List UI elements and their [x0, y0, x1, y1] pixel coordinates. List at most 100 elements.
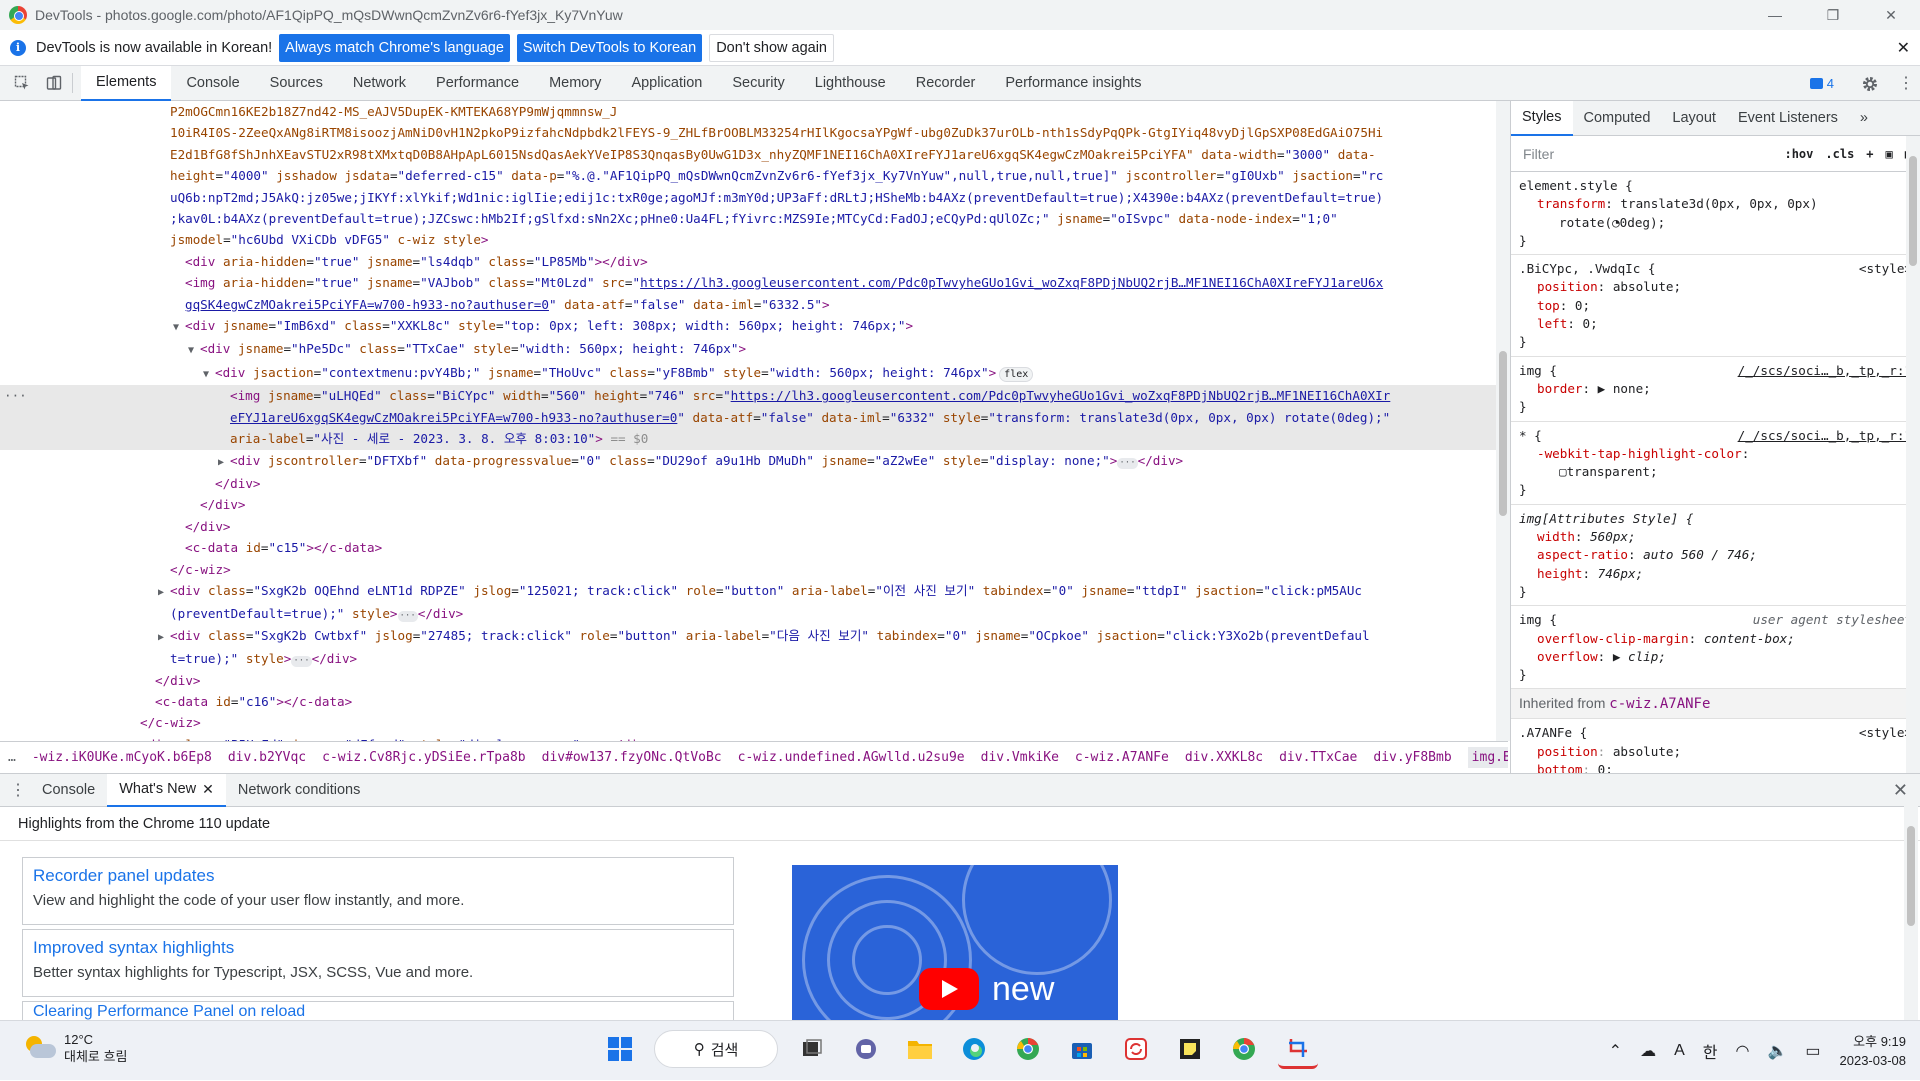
css-rule[interactable]: img {/_/scs/soci…_b,_tp,_r:1 border: ▶ no…: [1511, 357, 1920, 422]
css-declaration[interactable]: position: absolute;: [1519, 743, 1912, 761]
breadcrumb-item[interactable]: img.BiCYpc: [1467, 747, 1508, 768]
promo-video-thumbnail[interactable]: new: [792, 865, 1118, 1020]
taskbar-search[interactable]: ⚲ 검색: [654, 1030, 778, 1068]
expand-arrow-icon[interactable]: ▶: [158, 627, 170, 648]
css-declaration[interactable]: ▢transparent;: [1519, 463, 1912, 481]
css-declaration[interactable]: height: 746px;: [1519, 565, 1912, 583]
weather-widget[interactable]: 12°C 대체로 흐림: [22, 1031, 127, 1065]
breadcrumb-item[interactable]: div.VmkiKe: [981, 750, 1059, 765]
rule-source-link[interactable]: user agent stylesheet: [1753, 611, 1912, 629]
css-rule[interactable]: .BiCYpc, .VwdqIc {<style> position: absol…: [1511, 255, 1920, 357]
dom-node-line[interactable]: uQ6b:npT2md;J5AkQ:jz05we;jIKYf:xlYkif;Wd…: [0, 187, 1508, 208]
css-declaration[interactable]: aspect-ratio: auto 560 / 746;: [1519, 546, 1912, 564]
tab-console[interactable]: Console: [30, 774, 107, 807]
dom-node-line[interactable]: gqSK4egwCzMOakrei5PciYFA=w700-h933-no?au…: [0, 294, 1508, 315]
dom-node-line[interactable]: </div>: [0, 473, 1508, 494]
dom-node-line[interactable]: ▶ <div jscontroller="DFTXbf" data-progres…: [0, 450, 1508, 473]
dom-node-line[interactable]: (preventDefault=true);" style> ··· </div>: [0, 603, 1508, 624]
tab-console[interactable]: Console: [171, 66, 254, 101]
dom-node-line[interactable]: <img aria-hidden="true" jsname="VAJbob" …: [0, 272, 1508, 293]
dom-node-line[interactable]: ▶<div class="B5UxEd" jsname="dFfmmd" sty…: [0, 734, 1508, 741]
teams-chat-icon[interactable]: [846, 1029, 886, 1069]
css-rule[interactable]: img[Attributes Style] {width: 560px; aspe…: [1511, 505, 1920, 607]
play-icon[interactable]: [919, 968, 979, 1010]
close-window-button[interactable]: ✕: [1862, 0, 1920, 30]
css-declaration[interactable]: position: absolute;: [1519, 278, 1912, 296]
snipping-tool-icon[interactable]: [1278, 1029, 1318, 1069]
dom-node-line[interactable]: </div>: [0, 516, 1508, 537]
dom-node-line[interactable]: </div>: [0, 494, 1508, 515]
dom-node-line[interactable]: </div>: [0, 670, 1508, 691]
wifi-icon[interactable]: ◠: [1735, 1041, 1749, 1061]
dom-node-line[interactable]: height="4000" jsshadow jsdata="deferred-…: [0, 165, 1508, 186]
selected-node-line[interactable]: <img jsname="uLHQEd" class="BiCYpc" widt…: [0, 385, 1508, 407]
css-declaration[interactable]: overflow: ▶ clip;: [1519, 648, 1912, 666]
tab-sources[interactable]: Sources: [255, 66, 338, 101]
breadcrumb-item[interactable]: div#ow137.fzyONc.QtVoBc: [542, 750, 722, 765]
breadcrumb-item[interactable]: div.XXKL8c: [1185, 750, 1263, 765]
close-icon[interactable]: ✕: [1897, 38, 1910, 58]
edge-icon[interactable]: [954, 1029, 994, 1069]
drawer-scrollbar[interactable]: [1904, 806, 1918, 1020]
more-tabs-icon[interactable]: »: [1849, 101, 1879, 136]
dom-node-line[interactable]: <c-data id="c16"></c-data>: [0, 691, 1508, 712]
sync-app-icon[interactable]: [1116, 1029, 1156, 1069]
rule-source-link[interactable]: <style>: [1859, 260, 1912, 278]
ime-mode-a[interactable]: A: [1674, 1042, 1685, 1060]
store-icon[interactable]: [1062, 1029, 1102, 1069]
chrome-icon[interactable]: [1008, 1029, 1048, 1069]
dom-node-line[interactable]: ▼ <div jsname="hPe5Dc" class="TTxCae" sty…: [0, 338, 1508, 361]
inspect-element-icon[interactable]: [12, 73, 32, 93]
drawer-menu-icon[interactable]: ⋮: [10, 780, 30, 800]
tab-network-conditions[interactable]: Network conditions: [226, 774, 373, 807]
chrome-profile-icon[interactable]: [1224, 1029, 1264, 1069]
css-rule[interactable]: * {/_/scs/soci…_b,_tp,_r:1 -webkit-tap-hi…: [1511, 422, 1920, 505]
expand-arrow-icon[interactable]: ▼: [203, 364, 215, 385]
cloud-offline-icon[interactable]: ☁: [1640, 1041, 1656, 1061]
rule-source-link[interactable]: <style>: [1859, 724, 1912, 742]
tab-security[interactable]: Security: [717, 66, 799, 101]
dom-node-line[interactable]: <div aria-hidden="true" jsname="ls4dqb" …: [0, 251, 1508, 272]
filter-input[interactable]: Filter: [1523, 146, 1554, 162]
dom-node-line[interactable]: </c-wiz>: [0, 559, 1508, 580]
dom-node-line[interactable]: ▶ <div class="SxgK2b OQEhnd eLNT1d RDPZE"…: [0, 580, 1508, 603]
breadcrumb-item[interactable]: div.yF8Bmb: [1373, 750, 1451, 765]
dom-node-line[interactable]: E2d1BfG8fShJnhXEavSTU2xR98tXMxtqD0B8AHpA…: [0, 144, 1508, 165]
breadcrumb-item[interactable]: div.TTxCae: [1279, 750, 1357, 765]
tab-performance-insights[interactable]: Performance insights: [990, 66, 1156, 101]
css-declaration[interactable]: width: 560px;: [1519, 528, 1912, 546]
css-declaration[interactable]: bottom: 0;: [1519, 761, 1912, 773]
breadcrumb-item[interactable]: -wiz.iK0UKe.mCyoK.b6Ep8: [32, 750, 212, 765]
breadcrumb-item[interactable]: c-wiz.Cv8Rjc.yDSiEe.rTpa8b: [322, 750, 526, 765]
start-icon[interactable]: [600, 1029, 640, 1069]
tab-performance[interactable]: Performance: [421, 66, 534, 101]
battery-icon[interactable]: ▭: [1805, 1041, 1820, 1061]
tab-memory[interactable]: Memory: [534, 66, 616, 101]
rule-source-link[interactable]: /_/scs/soci…_b,_tp,_r:1: [1738, 427, 1912, 445]
inherited-element[interactable]: c-wiz.A7ANFe: [1609, 696, 1710, 712]
more-options-icon[interactable]: ⋮: [1898, 75, 1914, 91]
css-declaration[interactable]: overflow-clip-margin: content-box;: [1519, 630, 1912, 648]
dom-node-line[interactable]: jsmodel="hc6Ubd VXiCDb vDFG5" c-wiz styl…: [0, 229, 1508, 250]
dom-node-line[interactable]: P2mOGCmn16KE2b18Z7nd42-MS_eAJV5DupEK-KMT…: [0, 101, 1508, 122]
dom-node-line[interactable]: </c-wiz>: [0, 712, 1508, 733]
css-declaration[interactable]: border: ▶ none;: [1519, 380, 1912, 398]
paint-icon[interactable]: ▣: [1886, 147, 1893, 161]
file-explorer-icon[interactable]: [900, 1029, 940, 1069]
close-tab-icon[interactable]: ✕: [202, 781, 214, 798]
node-actions-icon[interactable]: ···: [4, 385, 27, 406]
tab-whats-new[interactable]: What's New ✕: [107, 773, 226, 807]
class-toggle[interactable]: .cls: [1825, 147, 1854, 161]
match-language-button[interactable]: Always match Chrome's language: [279, 33, 510, 62]
sticky-notes-icon[interactable]: [1170, 1029, 1210, 1069]
elements-tree[interactable]: P2mOGCmn16KE2b18Z7nd42-MS_eAJV5DupEK-KMT…: [0, 101, 1508, 741]
css-rule[interactable]: img {user agent stylesheet overflow-clip-…: [1511, 606, 1920, 690]
styles-tab-computed[interactable]: Computed: [1573, 101, 1662, 136]
volume-icon[interactable]: 🔈: [1767, 1041, 1787, 1061]
styles-tab-event-listeners[interactable]: Event Listeners: [1727, 101, 1849, 136]
tab-lighthouse[interactable]: Lighthouse: [800, 66, 901, 101]
selected-node-line[interactable]: eFYJ1areU6xgqSK4egwCzMOakrei5PciYFA=w700…: [0, 406, 1508, 429]
new-rule-button[interactable]: +: [1866, 147, 1873, 161]
css-declaration[interactable]: left: 0;: [1519, 315, 1912, 333]
dom-node-line[interactable]: ▼ <div jsname="ImB6xd" class="XXKL8c" sty…: [0, 315, 1508, 338]
